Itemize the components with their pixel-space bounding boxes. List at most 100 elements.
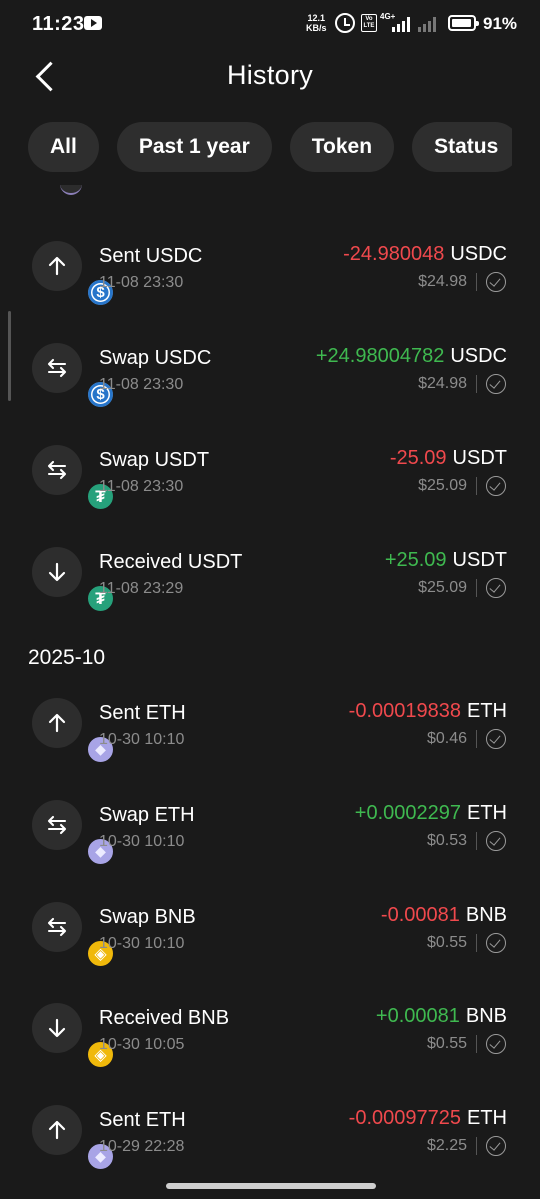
filter-token[interactable]: Token — [289, 122, 395, 172]
amount-value: +24.98004782 — [315, 345, 445, 367]
amount-value: -25.09 — [389, 447, 447, 469]
amount-value: +0.0002297 — [354, 802, 461, 824]
transaction-type-icon: $ — [32, 241, 115, 307]
battery-percent: 91% — [483, 14, 518, 33]
signal-secondary-icon — [418, 16, 436, 32]
fiat-value: $0.55 — [426, 934, 467, 951]
transaction-row[interactable]: ◈ Received BNB 10-30 10:05 +0.00081 BNB $0.55 — [0, 999, 540, 1079]
transaction-list[interactable]: $ Sent USDC 11-08 23:30 -24.980048 USDC $24.9… — [0, 185, 540, 1170]
divider — [476, 273, 477, 291]
check-circle-icon — [486, 1034, 506, 1054]
transaction-date: 10-30 10:10 — [99, 731, 185, 748]
transaction-fiat: $0.55 — [427, 1034, 506, 1054]
amount-token: BNB — [465, 904, 507, 926]
transaction-fiat: $25.09 — [418, 578, 506, 598]
transaction-fiat: $24.98 — [418, 374, 506, 394]
alarm-icon — [335, 13, 355, 33]
amount-token: BNB — [465, 1005, 507, 1027]
transaction-type-icon: ◆ — [32, 698, 115, 764]
divider — [476, 477, 477, 495]
divider — [476, 1137, 477, 1155]
volte-label-bottom: LTE — [363, 23, 375, 29]
divider — [476, 730, 477, 748]
fiat-value: $0.46 — [426, 730, 467, 747]
amount-value: -24.980048 — [343, 243, 445, 265]
transaction-date: 10-30 10:05 — [99, 1036, 185, 1053]
amount-value: -0.00097725 — [348, 1107, 461, 1129]
amount-token: ETH — [467, 1107, 507, 1129]
fiat-value: $24.98 — [418, 375, 467, 392]
transaction-amount: -0.00081 BNB — [381, 904, 507, 927]
amount-value: +25.09 — [384, 549, 447, 571]
transaction-row[interactable]: ◆ Sent ETH 10-29 22:28 -0.00097725 ETH $2.25 — [0, 1101, 540, 1170]
volte-label-top: Vo — [365, 16, 373, 22]
check-circle-icon — [486, 831, 506, 851]
amount-token: USDC — [450, 345, 507, 367]
network-speed-unit: KB/s — [306, 23, 327, 33]
arrow-up-icon — [48, 1120, 66, 1140]
transaction-fiat: $0.55 — [427, 933, 506, 953]
check-circle-icon — [486, 578, 506, 598]
transaction-title: Received BNB — [99, 1007, 230, 1029]
transaction-amount: -0.00019838 ETH — [349, 700, 507, 723]
swap-icon — [47, 460, 67, 480]
volte-icon: Vo LTE — [361, 14, 377, 32]
battery-icon — [448, 15, 479, 31]
transaction-date: 10-29 22:28 — [99, 1138, 185, 1155]
divider — [476, 1035, 477, 1053]
transaction-row[interactable]: $ Swap USDC 11-08 23:30 +24.98004782 USDC $24… — [0, 339, 540, 419]
arrow-up-icon — [48, 713, 66, 733]
fiat-value: $0.55 — [426, 1035, 467, 1052]
transaction-amount: +0.0002297 ETH — [355, 802, 507, 825]
divider — [476, 375, 477, 393]
transaction-type-icon: ₮ — [32, 445, 115, 511]
fiat-value: $25.09 — [418, 477, 467, 494]
transaction-type-icon: ₮ — [32, 547, 115, 613]
filter-period[interactable]: Past 1 year — [116, 122, 272, 172]
amount-token: USDT — [452, 447, 507, 469]
swap-icon — [47, 917, 67, 937]
transaction-fiat: $2.25 — [427, 1136, 506, 1156]
amount-value: -0.00019838 — [348, 700, 461, 722]
transaction-title: Sent USDC — [99, 245, 203, 267]
divider — [476, 832, 477, 850]
check-circle-icon — [486, 272, 506, 292]
filter-all[interactable]: All — [28, 122, 99, 172]
check-circle-icon — [486, 476, 506, 496]
status-time: 11:23 — [32, 13, 85, 35]
youtube-notification-icon — [84, 16, 102, 30]
partial-transaction-icon — [60, 185, 82, 195]
status-bar: 11:23 12.1 KB/s Vo LTE 4G+ 91% — [0, 0, 540, 50]
arrow-down-icon — [48, 562, 66, 582]
transaction-row[interactable]: ₮ Received USDT 11-08 23:29 +25.09 USDT $25.0… — [0, 543, 540, 623]
transaction-row[interactable]: ◆ Sent ETH 10-30 10:10 -0.00019838 ETH $0.46 — [0, 694, 540, 774]
transaction-amount: +24.98004782 USDC — [316, 345, 507, 368]
check-circle-icon — [486, 729, 506, 749]
transaction-amount: -0.00097725 ETH — [349, 1107, 507, 1130]
network-speed: 12.1 KB/s — [306, 13, 327, 33]
swap-icon — [47, 815, 67, 835]
transaction-fiat: $24.98 — [418, 272, 506, 292]
transaction-title: Sent ETH — [99, 1109, 186, 1131]
check-circle-icon — [486, 374, 506, 394]
fiat-value: $25.09 — [418, 579, 467, 596]
transaction-title: Swap ETH — [99, 804, 195, 826]
transaction-row[interactable]: $ Sent USDC 11-08 23:30 -24.980048 USDC $24.9… — [0, 237, 540, 317]
fiat-value: $24.98 — [418, 273, 467, 290]
transaction-row[interactable]: ◈ Swap BNB 10-30 10:10 -0.00081 BNB $0.55 — [0, 898, 540, 978]
transaction-date: 11-08 23:30 — [99, 478, 184, 495]
amount-value: +0.00081 — [375, 1005, 460, 1027]
fiat-value: $2.25 — [426, 1137, 467, 1154]
transaction-type-icon: ◈ — [32, 1003, 115, 1069]
amount-value: -0.00081 — [380, 904, 460, 926]
transaction-row[interactable]: ◆ Swap ETH 10-30 10:10 +0.0002297 ETH $0.53 — [0, 796, 540, 876]
transaction-title: Sent ETH — [99, 702, 186, 724]
home-indicator[interactable] — [166, 1183, 376, 1189]
divider — [476, 579, 477, 597]
transaction-date: 10-30 10:10 — [99, 935, 185, 952]
filter-status[interactable]: Status — [412, 122, 512, 172]
divider — [476, 934, 477, 952]
transaction-row[interactable]: ₮ Swap USDT 11-08 23:30 -25.09 USDT $25.09 — [0, 441, 540, 521]
filter-bar: All Past 1 year Token Status — [28, 122, 512, 172]
transaction-title: Received USDT — [99, 551, 243, 573]
